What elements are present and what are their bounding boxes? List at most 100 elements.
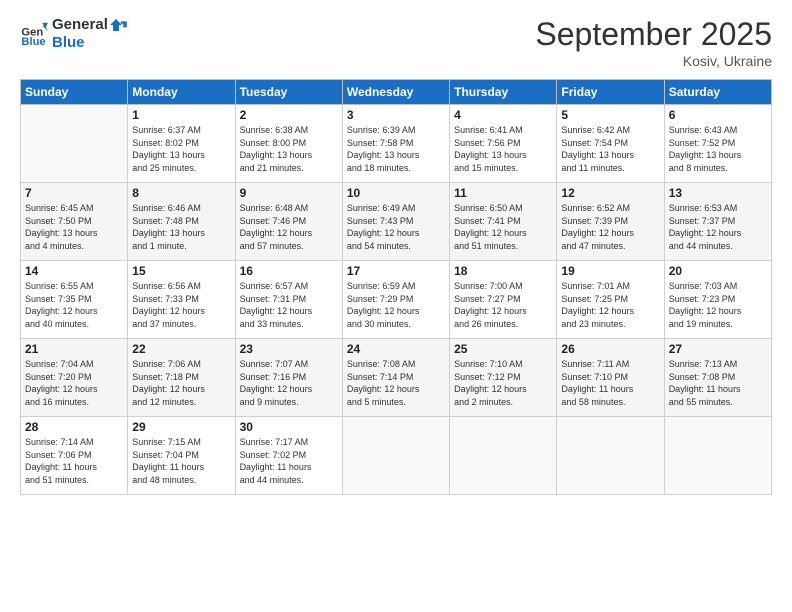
day-info: Sunrise: 7:15 AM Sunset: 7:04 PM Dayligh…: [132, 436, 230, 486]
weekday-header-cell: Friday: [557, 80, 664, 105]
day-number: 28: [25, 420, 123, 434]
day-info: Sunrise: 6:49 AM Sunset: 7:43 PM Dayligh…: [347, 202, 445, 252]
day-number: 26: [561, 342, 659, 356]
day-number: 5: [561, 108, 659, 122]
day-number: 22: [132, 342, 230, 356]
calendar-day-cell: 20 Sunrise: 7:03 AM Sunset: 7:23 PM Dayli…: [664, 261, 771, 339]
day-number: 14: [25, 264, 123, 278]
day-number: 25: [454, 342, 552, 356]
day-info: Sunrise: 6:52 AM Sunset: 7:39 PM Dayligh…: [561, 202, 659, 252]
day-info: Sunrise: 7:17 AM Sunset: 7:02 PM Dayligh…: [240, 436, 338, 486]
calendar-day-cell: 24 Sunrise: 7:08 AM Sunset: 7:14 PM Dayli…: [342, 339, 449, 417]
day-info: Sunrise: 7:03 AM Sunset: 7:23 PM Dayligh…: [669, 280, 767, 330]
location: Kosiv, Ukraine: [535, 53, 772, 69]
logo: Gen Blue General Blue: [20, 16, 128, 52]
calendar-day-cell: 19 Sunrise: 7:01 AM Sunset: 7:25 PM Dayli…: [557, 261, 664, 339]
page-header: Gen Blue General Blue September 2025 Kos…: [20, 16, 772, 69]
weekday-header-cell: Tuesday: [235, 80, 342, 105]
weekday-header-cell: Wednesday: [342, 80, 449, 105]
day-number: 20: [669, 264, 767, 278]
day-number: 13: [669, 186, 767, 200]
calendar-day-cell: 14Sunrise: 6:55 AM Sunset: 7:35 PM Dayli…: [21, 261, 128, 339]
day-info: Sunrise: 6:57 AM Sunset: 7:31 PM Dayligh…: [240, 280, 338, 330]
weekday-header-cell: Sunday: [21, 80, 128, 105]
calendar-day-cell: 4 Sunrise: 6:41 AM Sunset: 7:56 PM Daylig…: [450, 105, 557, 183]
day-info: Sunrise: 6:38 AM Sunset: 8:00 PM Dayligh…: [240, 124, 338, 174]
day-info: Sunrise: 7:00 AM Sunset: 7:27 PM Dayligh…: [454, 280, 552, 330]
day-info: Sunrise: 6:37 AM Sunset: 8:02 PM Dayligh…: [132, 124, 230, 174]
day-number: 12: [561, 186, 659, 200]
calendar-day-cell: [557, 417, 664, 495]
calendar-day-cell: 29 Sunrise: 7:15 AM Sunset: 7:04 PM Dayli…: [128, 417, 235, 495]
day-info: Sunrise: 7:13 AM Sunset: 7:08 PM Dayligh…: [669, 358, 767, 408]
day-number: 16: [240, 264, 338, 278]
day-number: 11: [454, 186, 552, 200]
calendar-day-cell: 10 Sunrise: 6:49 AM Sunset: 7:43 PM Dayli…: [342, 183, 449, 261]
calendar-week-row: 7Sunrise: 6:45 AM Sunset: 7:50 PM Daylig…: [21, 183, 772, 261]
day-number: 24: [347, 342, 445, 356]
day-number: 6: [669, 108, 767, 122]
calendar-day-cell: 30 Sunrise: 7:17 AM Sunset: 7:02 PM Dayli…: [235, 417, 342, 495]
month-title: September 2025: [535, 16, 772, 53]
calendar-day-cell: 12 Sunrise: 6:52 AM Sunset: 7:39 PM Dayli…: [557, 183, 664, 261]
day-info: Sunrise: 7:08 AM Sunset: 7:14 PM Dayligh…: [347, 358, 445, 408]
calendar-week-row: 21 Sunrise: 7:04 AM Sunset: 7:20 PM Dayli…: [21, 339, 772, 417]
svg-text:Blue: Blue: [21, 36, 45, 48]
day-number: 19: [561, 264, 659, 278]
calendar-day-cell: 3Sunrise: 6:39 AM Sunset: 7:58 PM Daylig…: [342, 105, 449, 183]
day-number: 17: [347, 264, 445, 278]
day-number: 4: [454, 108, 552, 122]
calendar-day-cell: [664, 417, 771, 495]
day-info: Sunrise: 6:43 AM Sunset: 7:52 PM Dayligh…: [669, 124, 767, 174]
calendar-body: 1Sunrise: 6:37 AM Sunset: 8:02 PM Daylig…: [21, 105, 772, 495]
day-number: 21: [25, 342, 123, 356]
day-info: Sunrise: 6:56 AM Sunset: 7:33 PM Dayligh…: [132, 280, 230, 330]
day-info: Sunrise: 6:42 AM Sunset: 7:54 PM Dayligh…: [561, 124, 659, 174]
day-number: 30: [240, 420, 338, 434]
day-info: Sunrise: 6:50 AM Sunset: 7:41 PM Dayligh…: [454, 202, 552, 252]
calendar-day-cell: 11 Sunrise: 6:50 AM Sunset: 7:41 PM Dayli…: [450, 183, 557, 261]
day-number: 10: [347, 186, 445, 200]
day-number: 18: [454, 264, 552, 278]
calendar-day-cell: 2 Sunrise: 6:38 AM Sunset: 8:00 PM Daylig…: [235, 105, 342, 183]
day-info: Sunrise: 7:01 AM Sunset: 7:25 PM Dayligh…: [561, 280, 659, 330]
day-info: Sunrise: 7:06 AM Sunset: 7:18 PM Dayligh…: [132, 358, 230, 408]
logo-general: General: [52, 16, 128, 34]
calendar-day-cell: 5 Sunrise: 6:42 AM Sunset: 7:54 PM Daylig…: [557, 105, 664, 183]
calendar-day-cell: 6 Sunrise: 6:43 AM Sunset: 7:52 PM Daylig…: [664, 105, 771, 183]
calendar-day-cell: [21, 105, 128, 183]
calendar-day-cell: 25 Sunrise: 7:10 AM Sunset: 7:12 PM Dayli…: [450, 339, 557, 417]
calendar-day-cell: [342, 417, 449, 495]
calendar-day-cell: 17Sunrise: 6:59 AM Sunset: 7:29 PM Dayli…: [342, 261, 449, 339]
weekday-header-cell: Thursday: [450, 80, 557, 105]
calendar-table: SundayMondayTuesdayWednesdayThursdayFrid…: [20, 79, 772, 495]
logo-blue: Blue: [52, 34, 128, 52]
day-info: Sunrise: 7:04 AM Sunset: 7:20 PM Dayligh…: [25, 358, 123, 408]
day-number: 15: [132, 264, 230, 278]
day-info: Sunrise: 7:10 AM Sunset: 7:12 PM Dayligh…: [454, 358, 552, 408]
calendar-day-cell: 16 Sunrise: 6:57 AM Sunset: 7:31 PM Dayli…: [235, 261, 342, 339]
calendar-day-cell: 18 Sunrise: 7:00 AM Sunset: 7:27 PM Dayli…: [450, 261, 557, 339]
day-info: Sunrise: 7:07 AM Sunset: 7:16 PM Dayligh…: [240, 358, 338, 408]
weekday-header-cell: Saturday: [664, 80, 771, 105]
day-info: Sunrise: 6:46 AM Sunset: 7:48 PM Dayligh…: [132, 202, 230, 252]
calendar-day-cell: 9Sunrise: 6:48 AM Sunset: 7:46 PM Daylig…: [235, 183, 342, 261]
calendar-day-cell: 15 Sunrise: 6:56 AM Sunset: 7:33 PM Dayli…: [128, 261, 235, 339]
day-number: 7: [25, 186, 123, 200]
day-number: 9: [240, 186, 338, 200]
calendar-day-cell: 1Sunrise: 6:37 AM Sunset: 8:02 PM Daylig…: [128, 105, 235, 183]
day-number: 27: [669, 342, 767, 356]
calendar-day-cell: 26Sunrise: 7:11 AM Sunset: 7:10 PM Dayli…: [557, 339, 664, 417]
title-block: September 2025 Kosiv, Ukraine: [535, 16, 772, 69]
day-number: 8: [132, 186, 230, 200]
day-info: Sunrise: 6:41 AM Sunset: 7:56 PM Dayligh…: [454, 124, 552, 174]
calendar-week-row: 28 Sunrise: 7:14 AM Sunset: 7:06 PM Dayli…: [21, 417, 772, 495]
day-info: Sunrise: 7:14 AM Sunset: 7:06 PM Dayligh…: [25, 436, 123, 486]
calendar-day-cell: [450, 417, 557, 495]
calendar-day-cell: 7Sunrise: 6:45 AM Sunset: 7:50 PM Daylig…: [21, 183, 128, 261]
weekday-header-cell: Monday: [128, 80, 235, 105]
day-number: 29: [132, 420, 230, 434]
day-number: 2: [240, 108, 338, 122]
day-info: Sunrise: 6:53 AM Sunset: 7:37 PM Dayligh…: [669, 202, 767, 252]
calendar-day-cell: 27 Sunrise: 7:13 AM Sunset: 7:08 PM Dayli…: [664, 339, 771, 417]
